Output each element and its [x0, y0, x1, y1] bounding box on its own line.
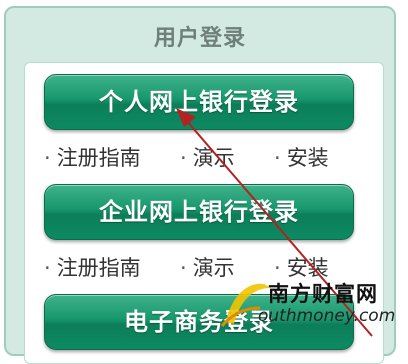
- watermark-url: outhmoney.com: [258, 306, 396, 326]
- watermark-title: 南方财富网: [268, 282, 378, 306]
- watermark: 南方财富网 outhmoney.com: [214, 274, 404, 336]
